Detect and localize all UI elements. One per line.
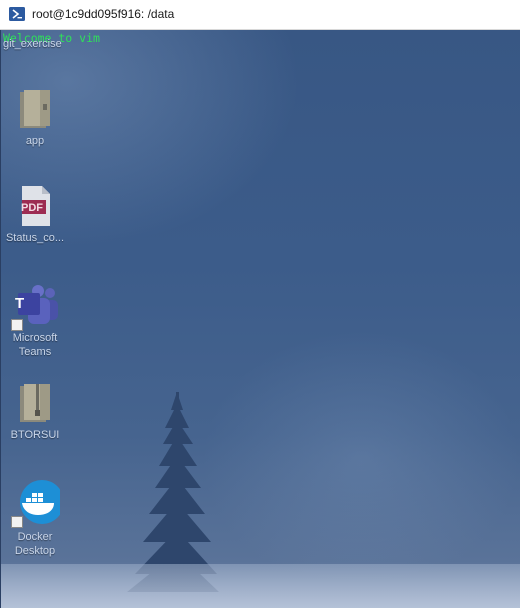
zip-folder-icon: [20, 384, 50, 422]
desktop-icon-label: Docker Desktop: [14, 531, 56, 557]
folder-icon: [20, 90, 50, 128]
snow-ground: [1, 564, 520, 608]
desktop-icon-status-pdf[interactable]: PDF Status_co...: [1, 185, 69, 245]
desktop-icon-git-exercise[interactable]: git_exercise: [1, 37, 69, 51]
shortcut-arrow-icon: [11, 319, 23, 331]
desktop-icon-btorsui[interactable]: BTORSUI: [1, 382, 69, 442]
shortcut-arrow-icon: [11, 516, 23, 528]
pine-tree-wallpaper: [127, 392, 219, 592]
window-title: root@1c9dd095f916: /data: [32, 7, 175, 21]
background-haze: [201, 330, 520, 590]
desktop-icon-label: app: [25, 135, 45, 147]
desktop-icon-app[interactable]: app: [1, 88, 69, 148]
pdf-badge-text: PDF: [21, 202, 43, 214]
desktop-icon-label: BTORSUI: [10, 429, 60, 441]
window-titlebar[interactable]: root@1c9dd095f916: /data: [0, 0, 520, 30]
desktop-icon-label: git_exercise: [3, 38, 62, 50]
teams-letter: T: [15, 295, 25, 312]
desktop-icon-label: Status_co...: [5, 232, 65, 244]
terminal-area[interactable]: Welcome to vim git_exercise app PDF Stat…: [0, 30, 520, 608]
desktop-icon-docker-desktop[interactable]: Docker Desktop: [1, 480, 69, 558]
desktop-icon-microsoft-teams[interactable]: T Microsoft Teams: [1, 283, 69, 359]
powershell-icon: [9, 7, 25, 21]
desktop-icon-label: Microsoft Teams: [12, 332, 58, 358]
